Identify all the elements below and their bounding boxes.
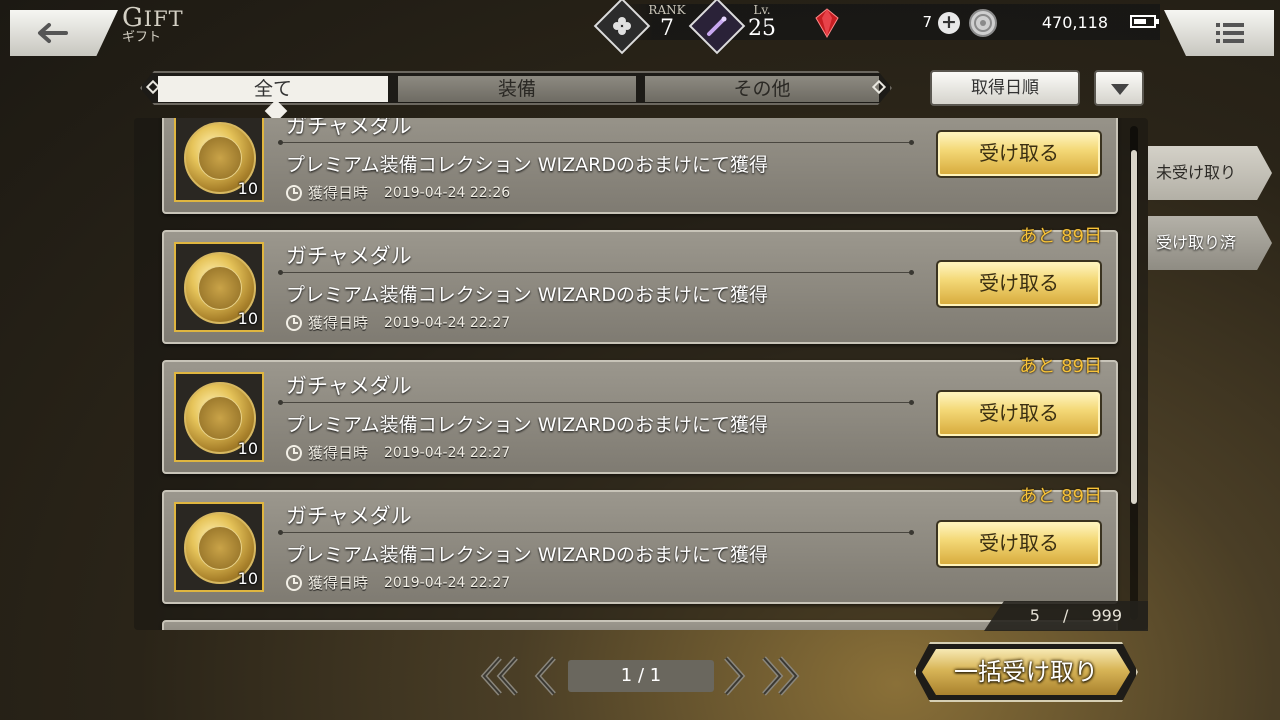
clock-icon	[286, 574, 302, 591]
gift-description: プレミアム装備コレクション WIZARDのおまけにて獲得	[286, 154, 768, 176]
days-left-badge: あと 89日	[1019, 356, 1102, 377]
item-quantity: 10	[237, 569, 258, 588]
category-tabs: 全て 装備 その他	[140, 71, 892, 105]
menu-button[interactable]	[1164, 10, 1274, 56]
item-quantity: 10	[237, 309, 258, 328]
gift-row: 10 ガチャメダル プレミアム装備コレクション WIZARDのおまけにて獲得 獲…	[162, 356, 1118, 474]
gift-description: プレミアム装備コレクション WIZARDのおまけにて獲得	[286, 414, 768, 436]
gift-title: ガチャメダル	[286, 504, 412, 528]
gift-count-max: 999	[1091, 606, 1122, 625]
bulk-receive-label: 一括受け取り	[922, 649, 1130, 695]
sword-icon	[707, 16, 727, 36]
next-page-icon[interactable]	[722, 654, 748, 698]
medal-emblem	[198, 136, 242, 180]
battery-icon	[1130, 15, 1159, 28]
gift-date-value: 2019-04-24 22:26	[384, 184, 511, 201]
gift-date: 獲得日時 2019-04-24 22:27	[286, 312, 510, 333]
filter-received[interactable]: 受け取り済	[1148, 216, 1272, 270]
tab-equipment[interactable]: 装備	[398, 76, 636, 102]
gift-date: 獲得日時 2019-04-24 22:27	[286, 572, 510, 593]
gift-date-value: 2019-04-24 22:27	[384, 574, 511, 591]
title-initial: G	[122, 3, 144, 33]
scrollbar-thumb[interactable]	[1131, 150, 1137, 504]
clock-icon	[286, 444, 302, 461]
divider	[278, 400, 914, 405]
filter-unreceived[interactable]: 未受け取り	[1148, 146, 1272, 200]
gift-row-partial	[162, 620, 1118, 630]
gift-description: プレミアム装備コレクション WIZARDのおまけにて獲得	[286, 284, 768, 306]
gift-item-frame: 10	[174, 372, 264, 462]
divider	[278, 140, 914, 145]
gift-count: 5 / 999	[984, 601, 1148, 631]
days-left-badge: あと 89日	[1019, 226, 1102, 247]
page-title: GIFT ギフト	[122, 3, 184, 45]
sort-order-button[interactable]: 取得日順	[930, 70, 1080, 106]
gem-count: 7	[922, 13, 932, 31]
last-page-icon[interactable]	[758, 654, 800, 698]
item-quantity: 10	[237, 179, 258, 198]
medal-emblem	[198, 396, 242, 440]
coin-count: 470,118	[1041, 13, 1108, 32]
gift-date-label: 獲得日時	[308, 314, 369, 332]
title-rest: IFT	[143, 7, 184, 31]
gift-title: ガチャメダル	[286, 118, 412, 138]
receive-button[interactable]: 受け取る	[936, 260, 1102, 308]
gift-date-label: 獲得日時	[308, 444, 369, 462]
gift-date-label: 獲得日時	[308, 184, 369, 202]
coin-icon	[969, 9, 997, 37]
gift-row: 10 ガチャメダル プレミアム装備コレクション WIZARDのおまけにて獲得 獲…	[162, 226, 1118, 344]
receive-button[interactable]: 受け取る	[936, 130, 1102, 178]
arrow-left-icon	[38, 23, 68, 43]
gift-item-frame: 10	[174, 118, 264, 202]
gift-title: ガチャメダル	[286, 374, 412, 398]
gift-date-value: 2019-04-24 22:27	[384, 444, 511, 461]
gift-date: 獲得日時 2019-04-24 22:26	[286, 182, 510, 203]
gift-count-current: 5	[1029, 606, 1040, 625]
days-left-badge: あと 89日	[1019, 486, 1102, 507]
hamburger-menu-icon	[1216, 23, 1244, 43]
prev-page-icon[interactable]	[532, 654, 558, 698]
receive-button[interactable]: 受け取る	[936, 390, 1102, 438]
gift-list[interactable]: 10 ガチャメダル プレミアム装備コレクション WIZARDのおまけにて獲得 獲…	[134, 118, 1148, 630]
gift-count-separator: /	[1062, 606, 1069, 625]
clock-icon	[286, 184, 302, 201]
medal-emblem	[198, 266, 242, 310]
gift-date: 獲得日時 2019-04-24 22:27	[286, 442, 510, 463]
add-gem-button[interactable]: +	[938, 12, 960, 34]
clock-icon	[286, 314, 302, 331]
bulk-receive-button[interactable]: 一括受け取り	[914, 642, 1138, 702]
divider	[278, 530, 914, 535]
page-subtitle: ギフト	[122, 30, 162, 45]
rank-display: RANK 7	[645, 4, 689, 41]
gift-row: 10 ガチャメダル プレミアム装備コレクション WIZARDのおまけにて獲得 獲…	[162, 486, 1118, 604]
medal-emblem	[198, 526, 242, 570]
page-indicator: 1 / 1	[568, 660, 714, 692]
gift-description: プレミアム装備コレクション WIZARDのおまけにて獲得	[286, 544, 768, 566]
gift-date-label: 獲得日時	[308, 574, 369, 592]
gift-item-frame: 10	[174, 502, 264, 592]
receive-button[interactable]: 受け取る	[936, 520, 1102, 568]
red-gem-icon	[815, 8, 839, 38]
clover-icon	[613, 17, 631, 35]
gift-date-value: 2019-04-24 22:27	[384, 314, 511, 331]
first-page-icon[interactable]	[480, 654, 522, 698]
gift-item-frame: 10	[174, 242, 264, 332]
item-quantity: 10	[237, 439, 258, 458]
gift-title: ガチャメダル	[286, 244, 412, 268]
tab-other[interactable]: その他	[645, 76, 879, 102]
level-value: 25	[748, 16, 776, 41]
tab-all[interactable]: 全て	[158, 76, 388, 102]
level-display: Lv. 25	[740, 4, 784, 41]
sort-direction-toggle[interactable]	[1094, 70, 1144, 106]
rank-value: 7	[660, 16, 674, 41]
divider	[278, 270, 914, 275]
back-button[interactable]	[10, 10, 118, 56]
gift-row: 10 ガチャメダル プレミアム装備コレクション WIZARDのおまけにて獲得 獲…	[162, 118, 1118, 214]
